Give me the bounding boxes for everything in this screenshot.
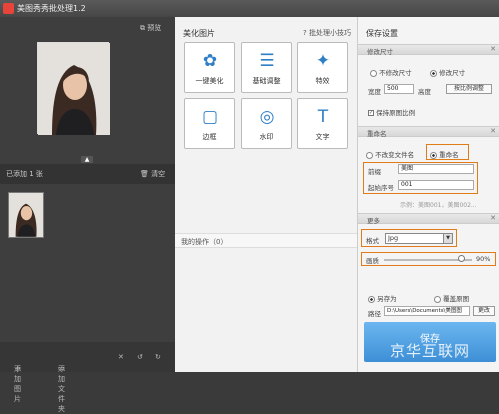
- title-bar: 美图秀秀批处理1.2: [0, 0, 499, 17]
- keep-name-label: 不改变文件名: [375, 151, 415, 159]
- tile-one-click-beautify[interactable]: ✿ 一键美化: [184, 42, 235, 93]
- rename-section-title: 重命名: [367, 130, 387, 138]
- keep-ratio-label: 保持原图比例: [376, 109, 416, 117]
- radio-icon: [366, 151, 373, 159]
- chevron-down-icon: ▼: [443, 234, 452, 243]
- save-settings-panel: 保存设置 修改尺寸 ✕ 不修改尺寸 修改尺寸 宽度 500 高度 按比例调整 ✓…: [357, 17, 499, 372]
- beautify-icon: ✿: [202, 51, 218, 71]
- close-icon[interactable]: ✕: [490, 45, 496, 53]
- rotate-right-icon[interactable]: ↻: [155, 353, 161, 361]
- radio-icon: [370, 69, 377, 77]
- magic-wand-icon: ✦: [315, 51, 331, 71]
- radio-keep-name[interactable]: 不改变文件名: [366, 149, 414, 159]
- my-operations-bar: 我的操作（0）: [175, 233, 357, 248]
- close-icon[interactable]: ✕: [490, 214, 496, 222]
- preview-icon: ⧉: [140, 24, 145, 32]
- keep-size-label: 不修改尺寸: [379, 69, 412, 77]
- format-label: 格式: [366, 237, 379, 245]
- preview-label: 预览: [147, 24, 162, 32]
- tips-label: 批处理小技巧: [309, 29, 351, 37]
- format-select[interactable]: Jpg ▼: [385, 233, 453, 244]
- left-panel: ⧉ 预览 ▲ 已添加 1 张 🗑 清空 ＋ 添加图片 ▭ 添加文件夹 ✕ ↺ ↻: [0, 17, 175, 413]
- quality-label: 画质: [366, 257, 379, 265]
- radio-change-size[interactable]: 修改尺寸: [430, 67, 465, 77]
- radio-selected-icon: [430, 151, 437, 159]
- tile-watermark[interactable]: ◎ 水印: [241, 98, 292, 149]
- ratio-adjust-button[interactable]: 按比例调整: [446, 84, 492, 94]
- rename-label: 重命名: [439, 151, 459, 159]
- tile-basic-adjust[interactable]: ☰ 基础调整: [241, 42, 292, 93]
- radio-rename[interactable]: 重命名: [430, 149, 459, 159]
- resize-section-header[interactable]: 修改尺寸 ✕: [358, 44, 499, 56]
- path-input[interactable]: D:\Users\Documents\美图图: [384, 306, 470, 316]
- image-preview: [37, 42, 110, 135]
- start-number-label: 起始序号: [368, 184, 394, 192]
- more-section-header[interactable]: 更多 ✕: [358, 213, 499, 225]
- height-label: 高度: [418, 88, 431, 96]
- tile-label: 一键美化: [195, 77, 224, 85]
- site-watermark: 京华互联网: [390, 342, 471, 360]
- keep-ratio-checkbox[interactable]: ✓ 保持原图比例: [368, 107, 415, 117]
- tips-link[interactable]: ? 批处理小技巧: [303, 28, 351, 38]
- radio-overwrite[interactable]: 覆盖原图: [434, 293, 469, 303]
- quality-slider-handle[interactable]: [457, 255, 465, 262]
- radio-keep-size[interactable]: 不修改尺寸: [370, 67, 412, 77]
- adjust-sliders-icon: ☰: [259, 51, 275, 71]
- radio-save-as[interactable]: 另存为: [368, 293, 397, 303]
- middle-panel: 美化图片 ? 批处理小技巧 ✿ 一键美化 ☰ 基础调整 ✦ 特效 ▢ 边框 ◎ …: [175, 17, 357, 372]
- tile-label: 特效: [315, 77, 330, 85]
- tile-label: 水印: [259, 133, 274, 141]
- added-count: 已添加 1 张: [6, 170, 43, 178]
- app-logo-icon: [3, 3, 14, 14]
- image-thumbnail[interactable]: [8, 192, 44, 238]
- clear-button[interactable]: 🗑 清空: [140, 169, 165, 179]
- save-settings-title: 保存设置: [366, 29, 398, 38]
- portrait-image: [38, 43, 110, 135]
- change-path-button[interactable]: 更改: [473, 306, 495, 316]
- overwrite-label: 覆盖原图: [443, 295, 470, 303]
- close-icon[interactable]: ✕: [118, 353, 124, 361]
- tile-text[interactable]: T 文字: [297, 98, 348, 149]
- start-number-input[interactable]: 001: [398, 180, 474, 190]
- tile-frame[interactable]: ▢ 边框: [184, 98, 235, 149]
- add-image-label: 添加图片: [14, 365, 21, 403]
- clear-label: 清空: [151, 170, 166, 178]
- tile-effects[interactable]: ✦ 特效: [297, 42, 348, 93]
- path-label: 路径: [368, 310, 381, 318]
- tile-label: 文字: [315, 133, 330, 141]
- tile-label: 边框: [202, 133, 217, 141]
- format-value: Jpg: [388, 234, 399, 242]
- beautify-heading: 美化图片: [183, 29, 215, 38]
- width-label: 宽度: [368, 88, 381, 96]
- trash-icon: 🗑: [140, 170, 149, 178]
- rename-example: 示例：美图001，美图002...: [400, 202, 477, 209]
- app-title: 美图秀秀批处理1.2: [17, 4, 86, 13]
- width-input[interactable]: 500: [384, 84, 414, 94]
- close-icon[interactable]: ✕: [490, 127, 496, 135]
- watermark-icon: ◎: [259, 107, 275, 127]
- text-icon: T: [317, 107, 329, 127]
- my-operations-label: 我的操作（0）: [181, 238, 228, 246]
- prefix-input[interactable]: 美图: [398, 164, 474, 174]
- collapse-chevron-icon[interactable]: ▲: [81, 156, 93, 163]
- thumbnail-image: [9, 193, 43, 237]
- rename-section-header[interactable]: 重命名 ✕: [358, 126, 499, 138]
- prefix-label: 前缀: [368, 168, 381, 176]
- checkbox-checked-icon: ✓: [368, 110, 374, 116]
- left-toolbar: ＋ 添加图片 ▭ 添加文件夹 ✕ ↺ ↻: [0, 342, 175, 413]
- preview-button[interactable]: ⧉ 预览: [140, 23, 161, 33]
- radio-icon: [434, 295, 441, 303]
- quality-value: 90%: [476, 255, 491, 263]
- radio-selected-icon: [430, 69, 437, 77]
- radio-selected-icon: [368, 295, 375, 303]
- change-size-label: 修改尺寸: [439, 69, 466, 77]
- help-icon: ?: [303, 29, 307, 37]
- more-section-title: 更多: [367, 217, 380, 225]
- tile-label: 基础调整: [252, 77, 281, 85]
- save-as-label: 另存为: [377, 295, 397, 303]
- rotate-left-icon[interactable]: ↺: [137, 353, 143, 361]
- frame-icon: ▢: [201, 107, 219, 127]
- resize-section-title: 修改尺寸: [367, 48, 393, 56]
- thumbnail-header: 已添加 1 张 🗑 清空: [0, 164, 175, 184]
